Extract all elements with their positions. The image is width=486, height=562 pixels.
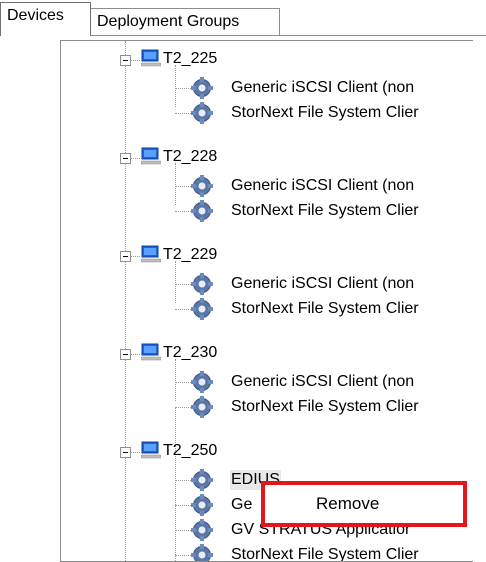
tree-connector — [131, 60, 140, 61]
tree-branch-line — [175, 163, 176, 205]
context-menu: Remove — [261, 481, 467, 527]
device-label: T2_229 — [163, 245, 217, 265]
service-label: StorNext File System Clier — [231, 299, 419, 319]
tree-branch-line — [175, 261, 176, 303]
devices-panel: T2_225 Generic iSCSI Client (non StorNex… — [0, 36, 486, 541]
tree-connector — [175, 113, 191, 114]
device-label: T2_228 — [163, 147, 217, 167]
gear-icon — [191, 273, 213, 295]
tree-branch-line — [175, 65, 176, 107]
gear-icon — [191, 544, 213, 562]
tree-connector — [175, 480, 191, 481]
device-label: T2_250 — [163, 441, 217, 461]
minus-expander-icon[interactable] — [120, 55, 131, 66]
minus-expander-icon[interactable] — [120, 447, 131, 458]
tree-branch-line — [175, 359, 176, 401]
gear-icon — [191, 102, 213, 124]
computer-icon — [141, 245, 161, 263]
gear-icon — [191, 175, 213, 197]
minus-expander-icon[interactable] — [120, 153, 131, 164]
gear-icon — [191, 519, 213, 541]
device-label: T2_225 — [163, 49, 217, 69]
service-label: Generic iSCSI Client (non — [231, 176, 414, 196]
tree-connector — [175, 211, 191, 212]
gear-icon — [191, 469, 213, 491]
menu-item-remove[interactable]: Remove — [316, 494, 379, 514]
tree-connector — [131, 452, 140, 453]
tree-connector — [175, 309, 191, 310]
tab-label: Deployment Groups — [97, 13, 239, 30]
computer-icon — [141, 441, 161, 459]
tree-connector — [175, 407, 191, 408]
tab-bar: Devices Deployment Groups — [0, 0, 486, 36]
tree-connector — [175, 186, 191, 187]
tree-root-line — [125, 41, 126, 561]
gear-icon — [191, 200, 213, 222]
tree-connector — [175, 382, 191, 383]
minus-expander-icon[interactable] — [120, 251, 131, 262]
tab-devices[interactable]: Devices — [0, 2, 91, 36]
tree-connector — [131, 256, 140, 257]
tree-connector — [175, 530, 191, 531]
tab-deployment-groups[interactable]: Deployment Groups — [90, 8, 280, 35]
gear-icon — [191, 396, 213, 418]
service-label: Generic iSCSI Client (non — [231, 372, 414, 392]
tab-label: Devices — [7, 7, 64, 24]
service-label: Generic iSCSI Client (non — [231, 78, 414, 98]
gear-icon — [191, 371, 213, 393]
minus-expander-icon[interactable] — [120, 349, 131, 360]
service-label: StorNext File System Clier — [231, 545, 419, 562]
tree-connector — [175, 284, 191, 285]
gear-icon — [191, 494, 213, 516]
service-label: StorNext File System Clier — [231, 397, 419, 417]
service-label: StorNext File System Clier — [231, 103, 419, 123]
device-label: T2_230 — [163, 343, 217, 363]
tree-connector — [131, 354, 140, 355]
tree-connector — [175, 505, 191, 506]
tree-connector — [175, 555, 191, 556]
service-label: StorNext File System Clier — [231, 201, 419, 221]
service-label: Generic iSCSI Client (non — [231, 274, 414, 294]
computer-icon — [141, 147, 161, 165]
tree-connector — [175, 88, 191, 89]
gear-icon — [191, 298, 213, 320]
gear-icon — [191, 77, 213, 99]
tree-connector — [131, 158, 140, 159]
service-label: Ge — [231, 495, 252, 515]
tree-branch-line — [175, 408, 176, 561]
computer-icon — [141, 49, 161, 67]
computer-icon — [141, 343, 161, 361]
